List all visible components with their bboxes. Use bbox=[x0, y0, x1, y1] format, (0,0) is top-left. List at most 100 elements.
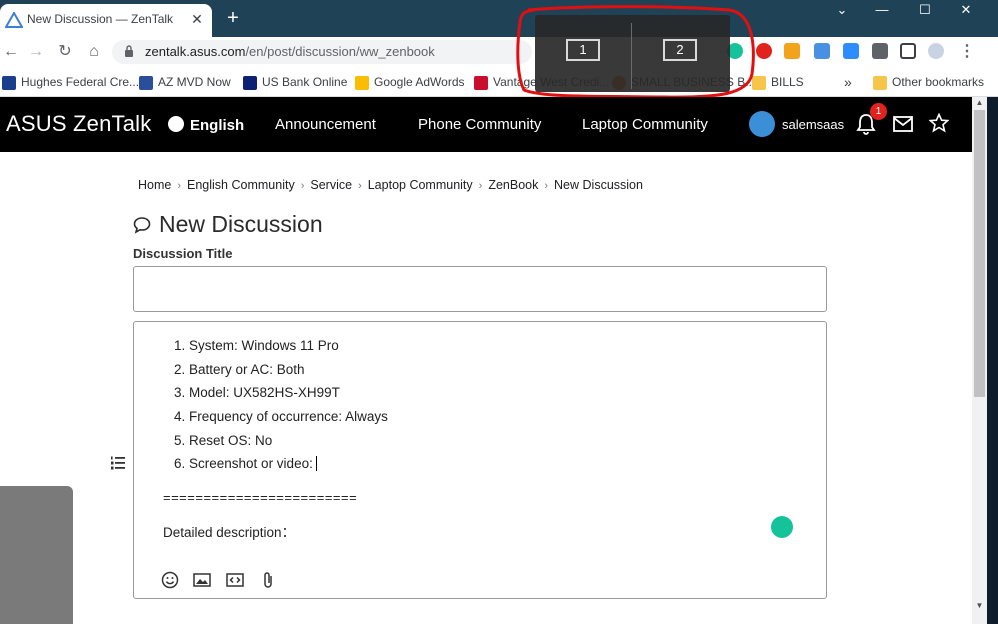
breadcrumb-service[interactable]: Service bbox=[310, 178, 352, 192]
language-label: English bbox=[190, 117, 245, 134]
list-item-number: 5. bbox=[174, 432, 190, 448]
bookmark-bills[interactable]: BILLS bbox=[752, 73, 804, 91]
adwords-icon bbox=[355, 75, 369, 90]
other-bookmarks-label: Other bookmarks bbox=[892, 75, 985, 89]
discussion-title-input[interactable] bbox=[133, 266, 827, 312]
globe-icon bbox=[168, 116, 184, 132]
breadcrumb-separator: › bbox=[358, 180, 362, 192]
zentalk-favicon-icon bbox=[5, 12, 23, 28]
scroll-down-arrow-icon[interactable]: ▼ bbox=[974, 601, 985, 611]
side-panel-overlay bbox=[0, 486, 73, 624]
breadcrumb-separator: › bbox=[478, 180, 483, 192]
vantage-icon bbox=[474, 75, 488, 90]
discussion-body-editor[interactable]: 1. System: Windows 11 Pro 2. Battery or … bbox=[133, 321, 827, 599]
attachment-icon[interactable] bbox=[258, 570, 278, 590]
breadcrumb-separator: › bbox=[177, 180, 182, 192]
list-item: 4. Frequency of occurrence: Always bbox=[174, 409, 388, 433]
list-item: 3. Model: UX582HS-XH99T bbox=[174, 385, 388, 409]
numbered-list-icon[interactable] bbox=[110, 455, 126, 471]
side-panel-icon[interactable] bbox=[900, 43, 916, 59]
tab-search-icon[interactable]: ⌄ bbox=[822, 0, 862, 20]
zentalk-logo[interactable]: ASUS ZenTalk bbox=[6, 111, 151, 137]
breadcrumb-zenbook[interactable]: ZenBook bbox=[488, 178, 538, 192]
browser-toolbar: ← → ↻ ⌂ zentalk.asus.com/en/post/discuss… bbox=[0, 37, 998, 67]
close-window-button[interactable]: ✕ bbox=[946, 0, 986, 20]
new-tab-button[interactable]: + bbox=[222, 6, 244, 30]
list-item-text: System: Windows 11 Pro bbox=[189, 338, 339, 353]
list-item-text: Frequency of occurrence: Always bbox=[189, 409, 388, 425]
star-icon[interactable] bbox=[929, 113, 949, 133]
detailed-description-label: Detailed description： bbox=[163, 525, 296, 540]
scrollbar-thumb[interactable] bbox=[974, 110, 985, 397]
list-item: 6. Screenshot or video: bbox=[174, 456, 388, 480]
translate-extension-icon[interactable] bbox=[814, 43, 830, 59]
red-annotation-circle bbox=[516, 5, 755, 99]
browser-titlebar: New Discussion — ZenTalk ✕ + ⌄ — ☐ ✕ bbox=[0, 0, 998, 37]
breadcrumb-english-community[interactable]: English Community bbox=[187, 178, 295, 192]
hughes-icon bbox=[2, 75, 16, 90]
list-item-text: Screenshot or video: bbox=[189, 456, 313, 472]
bookmark-azmvd[interactable]: AZ MVD Now bbox=[139, 73, 231, 91]
code-block-icon[interactable] bbox=[225, 570, 245, 590]
emoji-icon[interactable] bbox=[160, 570, 180, 590]
language-selector[interactable]: English bbox=[168, 116, 244, 134]
discussion-title-label: Discussion Title bbox=[133, 246, 233, 261]
url-text: zentalk.asus.com/en/post/discussion/ww_z… bbox=[145, 44, 435, 59]
image-icon[interactable] bbox=[192, 570, 212, 590]
maximize-button[interactable]: ☐ bbox=[905, 0, 945, 20]
user-avatar[interactable] bbox=[749, 111, 775, 137]
breadcrumb-home[interactable]: Home bbox=[138, 178, 171, 192]
username[interactable]: salemsaas bbox=[782, 117, 844, 132]
browser-menu-icon[interactable]: ⋮ bbox=[956, 41, 978, 63]
url-domain: zentalk.asus.com bbox=[145, 44, 246, 59]
azmvd-icon bbox=[139, 75, 153, 90]
chat-bubble-icon bbox=[133, 217, 151, 234]
nav-announcement[interactable]: Announcement bbox=[275, 116, 376, 133]
bookmark-usbank[interactable]: US Bank Online bbox=[243, 73, 347, 91]
extensions-puzzle-icon[interactable] bbox=[872, 43, 888, 59]
profile-avatar-icon[interactable] bbox=[928, 43, 944, 59]
zoom-extension-icon[interactable] bbox=[843, 43, 859, 59]
minimize-button[interactable]: — bbox=[862, 0, 902, 20]
numbered-list: 1. System: Windows 11 Pro 2. Battery or … bbox=[174, 338, 388, 480]
page-content: ASUS ZenTalk English Announcement Phone … bbox=[0, 97, 972, 624]
other-bookmarks[interactable]: Other bookmarks bbox=[873, 73, 984, 91]
lock-icon bbox=[125, 45, 133, 57]
breadcrumb-new-discussion: New Discussion bbox=[554, 178, 643, 192]
page-title-text: New Discussion bbox=[159, 211, 323, 237]
site-header: ASUS ZenTalk English Announcement Phone … bbox=[0, 97, 972, 152]
bookmark-label: Google AdWords bbox=[374, 75, 465, 89]
grammarly-icon[interactable] bbox=[771, 516, 793, 538]
scroll-up-arrow-icon[interactable]: ▲ bbox=[974, 98, 985, 108]
bookmark-adwords[interactable]: Google AdWords bbox=[355, 73, 465, 91]
list-item: 1. System: Windows 11 Pro bbox=[174, 338, 388, 362]
breadcrumb-separator: › bbox=[300, 180, 305, 192]
download-extension-icon[interactable] bbox=[784, 43, 800, 59]
list-item: 2. Battery or AC: Both bbox=[174, 362, 388, 386]
browser-tab[interactable]: New Discussion — ZenTalk ✕ bbox=[0, 4, 212, 37]
page-title: New Discussion bbox=[133, 211, 323, 238]
home-button[interactable]: ⌂ bbox=[83, 41, 105, 63]
list-item-text: Battery or AC: Both bbox=[189, 361, 305, 377]
url-path: /en/post/discussion/ww_zenbook bbox=[245, 44, 435, 59]
bookmark-label: BILLS bbox=[771, 75, 804, 89]
notification-badge: 1 bbox=[870, 103, 887, 120]
close-tab-icon[interactable]: ✕ bbox=[188, 10, 206, 28]
nav-phone-community[interactable]: Phone Community bbox=[418, 116, 541, 133]
tab-title: New Discussion — ZenTalk bbox=[27, 12, 174, 26]
nav-laptop-community[interactable]: Laptop Community bbox=[582, 116, 708, 133]
forward-button[interactable]: → bbox=[25, 41, 47, 63]
reload-button[interactable]: ↻ bbox=[54, 41, 76, 63]
breadcrumb-laptop-community[interactable]: Laptop Community bbox=[368, 178, 473, 192]
mail-icon[interactable] bbox=[893, 115, 913, 133]
desktop-background bbox=[987, 97, 998, 624]
list-item-text: Reset OS: No bbox=[189, 432, 273, 448]
text-caret bbox=[315, 456, 317, 472]
address-bar[interactable]: zentalk.asus.com/en/post/discussion/ww_z… bbox=[112, 40, 532, 64]
more-bookmarks-button[interactable]: » bbox=[844, 73, 852, 91]
list-item-number: 2. bbox=[174, 361, 190, 377]
list-item-number: 1. bbox=[174, 338, 190, 353]
back-button[interactable]: ← bbox=[0, 41, 22, 63]
bookmark-label: AZ MVD Now bbox=[158, 75, 231, 89]
bookmark-hughes[interactable]: Hughes Federal Cre... bbox=[2, 73, 139, 91]
